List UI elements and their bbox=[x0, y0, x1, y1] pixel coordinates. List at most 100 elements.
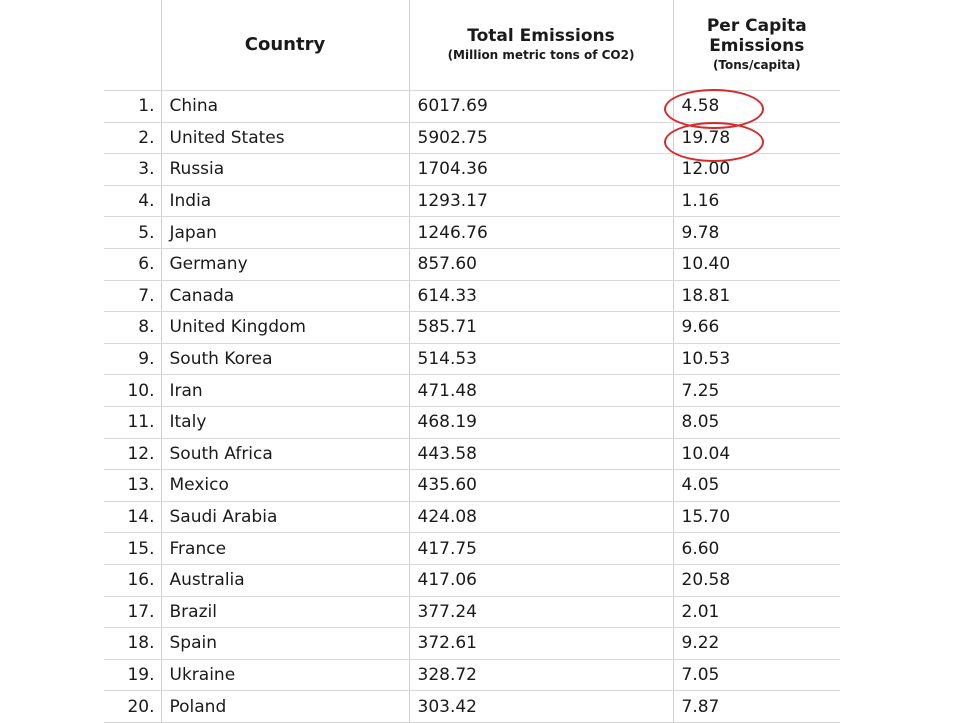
table-row: 14. Saudi Arabia 424.08 15.70 bbox=[104, 501, 840, 534]
total-emissions-cell: 857.60 bbox=[409, 248, 674, 281]
total-emissions-cell: 377.24 bbox=[409, 596, 674, 629]
table-row: 15. France 417.75 6.60 bbox=[104, 532, 840, 565]
per-capita-cell: 7.87 bbox=[673, 690, 840, 723]
country-cell: Spain bbox=[161, 627, 410, 660]
country-cell: South Africa bbox=[161, 438, 410, 471]
table-row: 18. Spain 372.61 9.22 bbox=[104, 627, 840, 660]
per-capita-cell: 6.60 bbox=[673, 532, 840, 565]
per-capita-header-unit: (Tons/capita) bbox=[712, 58, 801, 72]
per-capita-cell: 18.81 bbox=[673, 280, 840, 313]
rank-cell: 3. bbox=[104, 153, 162, 186]
per-capita-header: Per Capita Emissions (Tons/capita) bbox=[673, 0, 840, 91]
per-capita-cell: 10.40 bbox=[673, 248, 840, 281]
rank-cell: 20. bbox=[104, 690, 162, 723]
country-header: Country bbox=[161, 0, 410, 91]
rank-cell: 18. bbox=[104, 627, 162, 660]
table-row: 10. Iran 471.48 7.25 bbox=[104, 374, 840, 407]
per-capita-cell: 20.58 bbox=[673, 564, 840, 597]
table-row: 5. Japan 1246.76 9.78 bbox=[104, 216, 840, 249]
table-row: 16. Australia 417.06 20.58 bbox=[104, 564, 840, 597]
table-row: 20. Poland 303.42 7.87 bbox=[104, 690, 840, 723]
rank-cell: 12. bbox=[104, 438, 162, 471]
total-emissions-cell: 1293.17 bbox=[409, 185, 674, 218]
country-cell: Russia bbox=[161, 153, 410, 186]
country-cell: United States bbox=[161, 122, 410, 155]
rank-cell: 14. bbox=[104, 501, 162, 534]
country-cell: Canada bbox=[161, 280, 410, 313]
table-row: 9. South Korea 514.53 10.53 bbox=[104, 343, 840, 376]
rank-cell: 1. bbox=[104, 90, 162, 123]
total-emissions-header-unit: (Million metric tons of CO2) bbox=[447, 48, 635, 62]
per-capita-header-label-1: Per Capita bbox=[706, 16, 807, 36]
total-emissions-cell: 614.33 bbox=[409, 280, 674, 313]
rank-cell: 9. bbox=[104, 343, 162, 376]
table-row: 8. United Kingdom 585.71 9.66 bbox=[104, 311, 840, 344]
rank-header bbox=[104, 0, 162, 91]
country-cell: Australia bbox=[161, 564, 410, 597]
country-cell: Brazil bbox=[161, 596, 410, 629]
total-emissions-cell: 328.72 bbox=[409, 659, 674, 692]
country-cell: India bbox=[161, 185, 410, 218]
total-emissions-cell: 468.19 bbox=[409, 406, 674, 439]
rank-cell: 6. bbox=[104, 248, 162, 281]
per-capita-cell: 9.66 bbox=[673, 311, 840, 344]
per-capita-cell: 9.22 bbox=[673, 627, 840, 660]
table-row: 7. Canada 614.33 18.81 bbox=[104, 280, 840, 313]
table-row: 11. Italy 468.19 8.05 bbox=[104, 406, 840, 439]
table-row: 6. Germany 857.60 10.40 bbox=[104, 248, 840, 281]
total-emissions-cell: 1246.76 bbox=[409, 216, 674, 249]
table-body: 1. China 6017.69 4.58 2. United States 5902.75… bbox=[104, 90, 840, 723]
rank-cell: 8. bbox=[104, 311, 162, 344]
country-cell: Saudi Arabia bbox=[161, 501, 410, 534]
per-capita-cell: 2.01 bbox=[673, 596, 840, 629]
table-row: 4. India 1293.17 1.16 bbox=[104, 185, 840, 218]
per-capita-cell: 1.16 bbox=[673, 185, 840, 218]
total-emissions-cell: 424.08 bbox=[409, 501, 674, 534]
total-emissions-cell: 1704.36 bbox=[409, 153, 674, 186]
rank-cell: 4. bbox=[104, 185, 162, 218]
highlight-circle-us-per-capita bbox=[664, 122, 764, 162]
per-capita-cell: 7.05 bbox=[673, 659, 840, 692]
total-emissions-header-label: Total Emissions bbox=[467, 26, 615, 46]
total-emissions-cell: 303.42 bbox=[409, 690, 674, 723]
total-emissions-cell: 514.53 bbox=[409, 343, 674, 376]
per-capita-header-label-2: Emissions bbox=[709, 36, 805, 56]
total-emissions-cell: 471.48 bbox=[409, 374, 674, 407]
country-cell: United Kingdom bbox=[161, 311, 410, 344]
table-row: 19. Ukraine 328.72 7.05 bbox=[104, 659, 840, 692]
country-header-label: Country bbox=[244, 34, 326, 55]
rank-cell: 11. bbox=[104, 406, 162, 439]
rank-cell: 16. bbox=[104, 564, 162, 597]
table-header: Country Total Emissions (Million metric … bbox=[104, 0, 840, 91]
per-capita-cell: 4.05 bbox=[673, 469, 840, 502]
total-emissions-cell: 5902.75 bbox=[409, 122, 674, 155]
total-emissions-cell: 585.71 bbox=[409, 311, 674, 344]
total-emissions-cell: 417.75 bbox=[409, 532, 674, 565]
total-emissions-cell: 372.61 bbox=[409, 627, 674, 660]
per-capita-cell: 15.70 bbox=[673, 501, 840, 534]
per-capita-cell: 10.53 bbox=[673, 343, 840, 376]
rank-cell: 2. bbox=[104, 122, 162, 155]
rank-cell: 7. bbox=[104, 280, 162, 313]
total-emissions-cell: 435.60 bbox=[409, 469, 674, 502]
table-row: 13. Mexico 435.60 4.05 bbox=[104, 469, 840, 502]
rank-cell: 17. bbox=[104, 596, 162, 629]
per-capita-cell: 9.78 bbox=[673, 216, 840, 249]
rank-cell: 5. bbox=[104, 216, 162, 249]
country-cell: South Korea bbox=[161, 343, 410, 376]
country-cell: Germany bbox=[161, 248, 410, 281]
per-capita-cell: 7.25 bbox=[673, 374, 840, 407]
country-cell: France bbox=[161, 532, 410, 565]
country-cell: Iran bbox=[161, 374, 410, 407]
total-emissions-cell: 6017.69 bbox=[409, 90, 674, 123]
rank-cell: 15. bbox=[104, 532, 162, 565]
header-row: Country Total Emissions (Million metric … bbox=[104, 0, 840, 91]
country-cell: Mexico bbox=[161, 469, 410, 502]
total-emissions-cell: 417.06 bbox=[409, 564, 674, 597]
total-emissions-header: Total Emissions (Million metric tons of … bbox=[409, 0, 674, 91]
table-row: 17. Brazil 377.24 2.01 bbox=[104, 596, 840, 629]
per-capita-cell: 8.05 bbox=[673, 406, 840, 439]
country-cell: Italy bbox=[161, 406, 410, 439]
total-emissions-cell: 443.58 bbox=[409, 438, 674, 471]
country-cell: China bbox=[161, 90, 410, 123]
